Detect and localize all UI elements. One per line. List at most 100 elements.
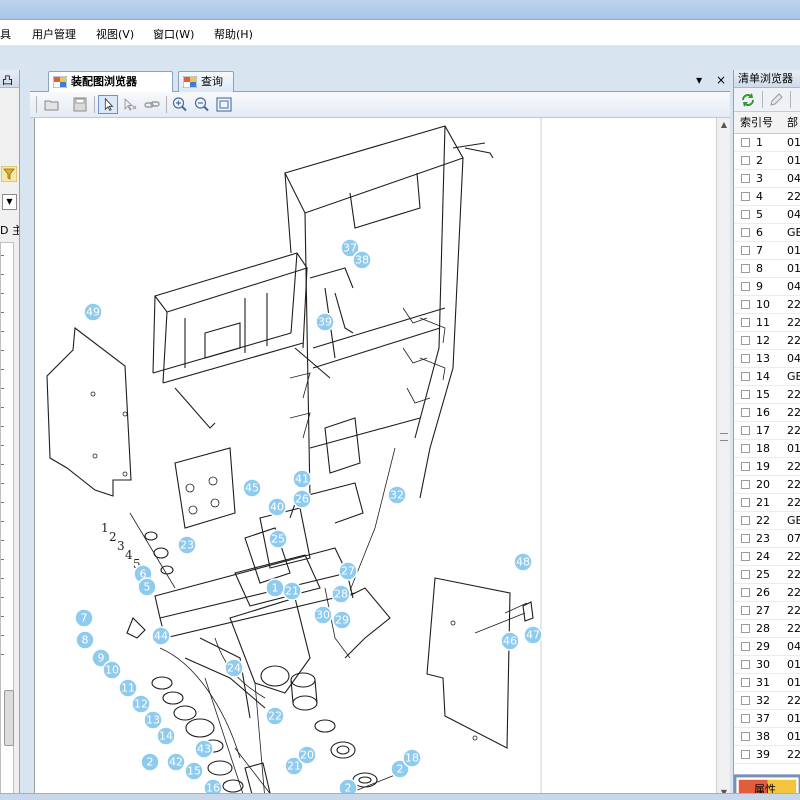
row-expand-checkbox[interactable] <box>741 372 750 381</box>
row-expand-checkbox[interactable] <box>741 282 750 291</box>
row-expand-checkbox[interactable] <box>741 300 750 309</box>
callout-15[interactable]: 15 <box>184 761 204 781</box>
callout-26[interactable]: 26 <box>292 489 312 509</box>
menu-view[interactable]: 视图(V) <box>96 26 134 42</box>
tree-item-stub[interactable] <box>1 255 4 256</box>
row-expand-checkbox[interactable] <box>741 624 750 633</box>
callout-25[interactable]: 25 <box>268 529 288 549</box>
bom-table-row[interactable]: 24 222 <box>734 548 800 566</box>
callout-27[interactable]: 27 <box>338 561 358 581</box>
bom-table-row[interactable]: 13 040 <box>734 350 800 368</box>
row-expand-checkbox[interactable] <box>741 138 750 147</box>
tree-item-stub[interactable] <box>1 426 4 427</box>
callout-22[interactable]: 22 <box>265 706 285 726</box>
bom-table-row[interactable]: 3 040 <box>734 170 800 188</box>
bom-table-row[interactable]: 18 010 <box>734 440 800 458</box>
pointer-icon[interactable] <box>98 95 118 114</box>
callout-23[interactable]: 23 <box>177 535 197 555</box>
callout-40[interactable]: 40 <box>267 497 287 517</box>
row-expand-checkbox[interactable] <box>741 246 750 255</box>
bom-table-row[interactable]: 11 222 <box>734 314 800 332</box>
callout-46[interactable]: 46 <box>500 631 520 651</box>
callout-20[interactable]: 20 <box>297 745 317 765</box>
bom-table-row[interactable]: 4 222 <box>734 188 800 206</box>
bom-table-row[interactable]: 1 010 <box>734 134 800 152</box>
pan-icon[interactable] <box>120 95 140 114</box>
vertical-scrollbar[interactable]: ▲ ▼ <box>716 118 730 800</box>
row-expand-checkbox[interactable] <box>741 156 750 165</box>
row-expand-checkbox[interactable] <box>741 750 750 759</box>
callout-12[interactable]: 12 <box>131 694 151 714</box>
tree-item-stub[interactable] <box>1 464 4 465</box>
callout-47[interactable]: 47 <box>523 625 543 645</box>
bom-table-row[interactable]: 12 222 <box>734 332 800 350</box>
menu-help[interactable]: 帮助(H) <box>214 26 253 42</box>
tree-item-stub[interactable] <box>1 616 4 617</box>
bom-table-row[interactable]: 16 222 <box>734 404 800 422</box>
row-expand-checkbox[interactable] <box>741 516 750 525</box>
tab-list-dropdown-icon[interactable]: ▾ <box>696 73 702 87</box>
tree-item-stub[interactable] <box>1 407 4 408</box>
bom-table-row[interactable]: 30 010 <box>734 656 800 674</box>
tree-item-stub[interactable] <box>1 331 4 332</box>
tree-item-stub[interactable] <box>1 350 4 351</box>
bom-table-row[interactable]: 19 222 <box>734 458 800 476</box>
tree-item-stub[interactable] <box>1 635 4 636</box>
callout-7[interactable]: 7 <box>74 608 94 628</box>
bom-table-row[interactable]: 5 040 <box>734 206 800 224</box>
callout-41[interactable]: 41 <box>292 469 312 489</box>
row-expand-checkbox[interactable] <box>741 552 750 561</box>
callout-5[interactable]: 5 <box>137 577 157 597</box>
row-expand-checkbox[interactable] <box>741 588 750 597</box>
refresh-icon[interactable] <box>740 92 756 108</box>
bom-table-row[interactable]: 8 010 <box>734 260 800 278</box>
bom-table-row[interactable]: 25 222 <box>734 566 800 584</box>
callout-14[interactable]: 14 <box>156 726 176 746</box>
bom-table-row[interactable]: 7 010 <box>734 242 800 260</box>
bom-table-row[interactable]: 27 222 <box>734 602 800 620</box>
callout-30[interactable]: 30 <box>313 605 333 625</box>
menu-user-management[interactable]: 用户管理 <box>32 26 76 42</box>
link-icon[interactable] <box>142 95 162 114</box>
bom-table-row[interactable]: 20 222 <box>734 476 800 494</box>
bom-table-row[interactable]: 15 222 <box>734 386 800 404</box>
row-expand-checkbox[interactable] <box>741 228 750 237</box>
callout-24[interactable]: 24 <box>224 658 244 678</box>
callout-18[interactable]: 18 <box>402 748 422 768</box>
row-expand-checkbox[interactable] <box>741 264 750 273</box>
col-header-index[interactable]: 索引号 <box>740 112 773 134</box>
callout-39[interactable]: 39 <box>315 312 335 332</box>
left-panel-dropdown[interactable]: ▼ <box>2 194 17 210</box>
callout-8[interactable]: 8 <box>75 630 95 650</box>
fit-window-icon[interactable] <box>214 95 234 114</box>
tree-item-stub[interactable] <box>1 654 4 655</box>
row-expand-checkbox[interactable] <box>741 714 750 723</box>
bom-table-row[interactable]: 26 222 <box>734 584 800 602</box>
bom-table-row[interactable]: 9 040 <box>734 278 800 296</box>
scroll-grip-icon[interactable] <box>720 433 728 441</box>
tree-item-stub[interactable] <box>1 293 4 294</box>
callout-11[interactable]: 11 <box>118 678 138 698</box>
row-expand-checkbox[interactable] <box>741 678 750 687</box>
bom-table-row[interactable]: 31 010 <box>734 674 800 692</box>
callout-10[interactable]: 10 <box>102 660 122 680</box>
callout-49[interactable]: 49 <box>83 302 103 322</box>
tree-item-stub[interactable] <box>1 559 4 560</box>
row-expand-checkbox[interactable] <box>741 354 750 363</box>
row-expand-checkbox[interactable] <box>741 732 750 741</box>
scroll-up-icon[interactable]: ▲ <box>717 118 731 132</box>
row-expand-checkbox[interactable] <box>741 192 750 201</box>
menu-window[interactable]: 窗口(W) <box>153 26 194 42</box>
close-tab-icon[interactable]: × <box>716 73 726 87</box>
tree-item-stub[interactable] <box>1 483 4 484</box>
filter-icon[interactable] <box>1 166 17 182</box>
row-expand-checkbox[interactable] <box>741 570 750 579</box>
row-expand-checkbox[interactable] <box>741 696 750 705</box>
tree-item-stub[interactable] <box>1 388 4 389</box>
callout-13[interactable]: 13 <box>143 710 163 730</box>
callout-28[interactable]: 28 <box>331 584 351 604</box>
callout-43[interactable]: 43 <box>194 739 214 759</box>
bom-table-row[interactable]: 32 224 <box>734 692 800 710</box>
tree-item-stub[interactable] <box>1 312 4 313</box>
row-expand-checkbox[interactable] <box>741 426 750 435</box>
